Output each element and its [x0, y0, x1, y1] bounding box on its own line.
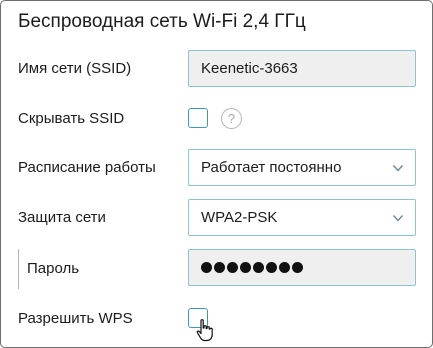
hide-ssid-label: Скрывать SSID	[18, 110, 125, 127]
hide-ssid-checkbox[interactable]	[188, 108, 208, 128]
wps-label: Разрешить WPS	[18, 310, 133, 327]
panel-title: Беспроводная сеть Wi-Fi 2,4 ГГц	[18, 11, 306, 32]
schedule-label: Расписание работы	[18, 159, 156, 176]
schedule-select[interactable]: Работает постоянно	[188, 149, 416, 186]
password-dot	[266, 262, 277, 273]
ssid-value: Keenetic-3663	[201, 60, 298, 77]
chevron-down-icon	[392, 165, 404, 172]
security-value: WPA2-PSK	[201, 209, 278, 226]
password-masked-value	[201, 250, 415, 285]
hand-cursor-icon	[196, 319, 213, 342]
password-dot	[253, 262, 264, 273]
password-dot	[214, 262, 225, 273]
password-dot	[292, 262, 303, 273]
password-dot	[201, 262, 212, 273]
password-label: Пароль	[27, 260, 80, 277]
security-select[interactable]: WPA2-PSK	[188, 199, 416, 236]
question-mark-icon[interactable]: ?	[221, 108, 242, 129]
wifi-settings-panel: Беспроводная сеть Wi-Fi 2,4 ГГц Имя сети…	[0, 0, 433, 348]
ssid-label: Имя сети (SSID)	[18, 60, 132, 77]
password-dot	[240, 262, 251, 273]
password-indent-marker	[18, 249, 19, 289]
schedule-value: Работает постоянно	[201, 159, 342, 176]
security-label: Защита сети	[18, 209, 106, 226]
password-dot	[279, 262, 290, 273]
chevron-down-icon	[392, 215, 404, 222]
password-dot	[227, 262, 238, 273]
ssid-input[interactable]: Keenetic-3663	[188, 50, 416, 87]
password-input[interactable]	[188, 249, 416, 286]
